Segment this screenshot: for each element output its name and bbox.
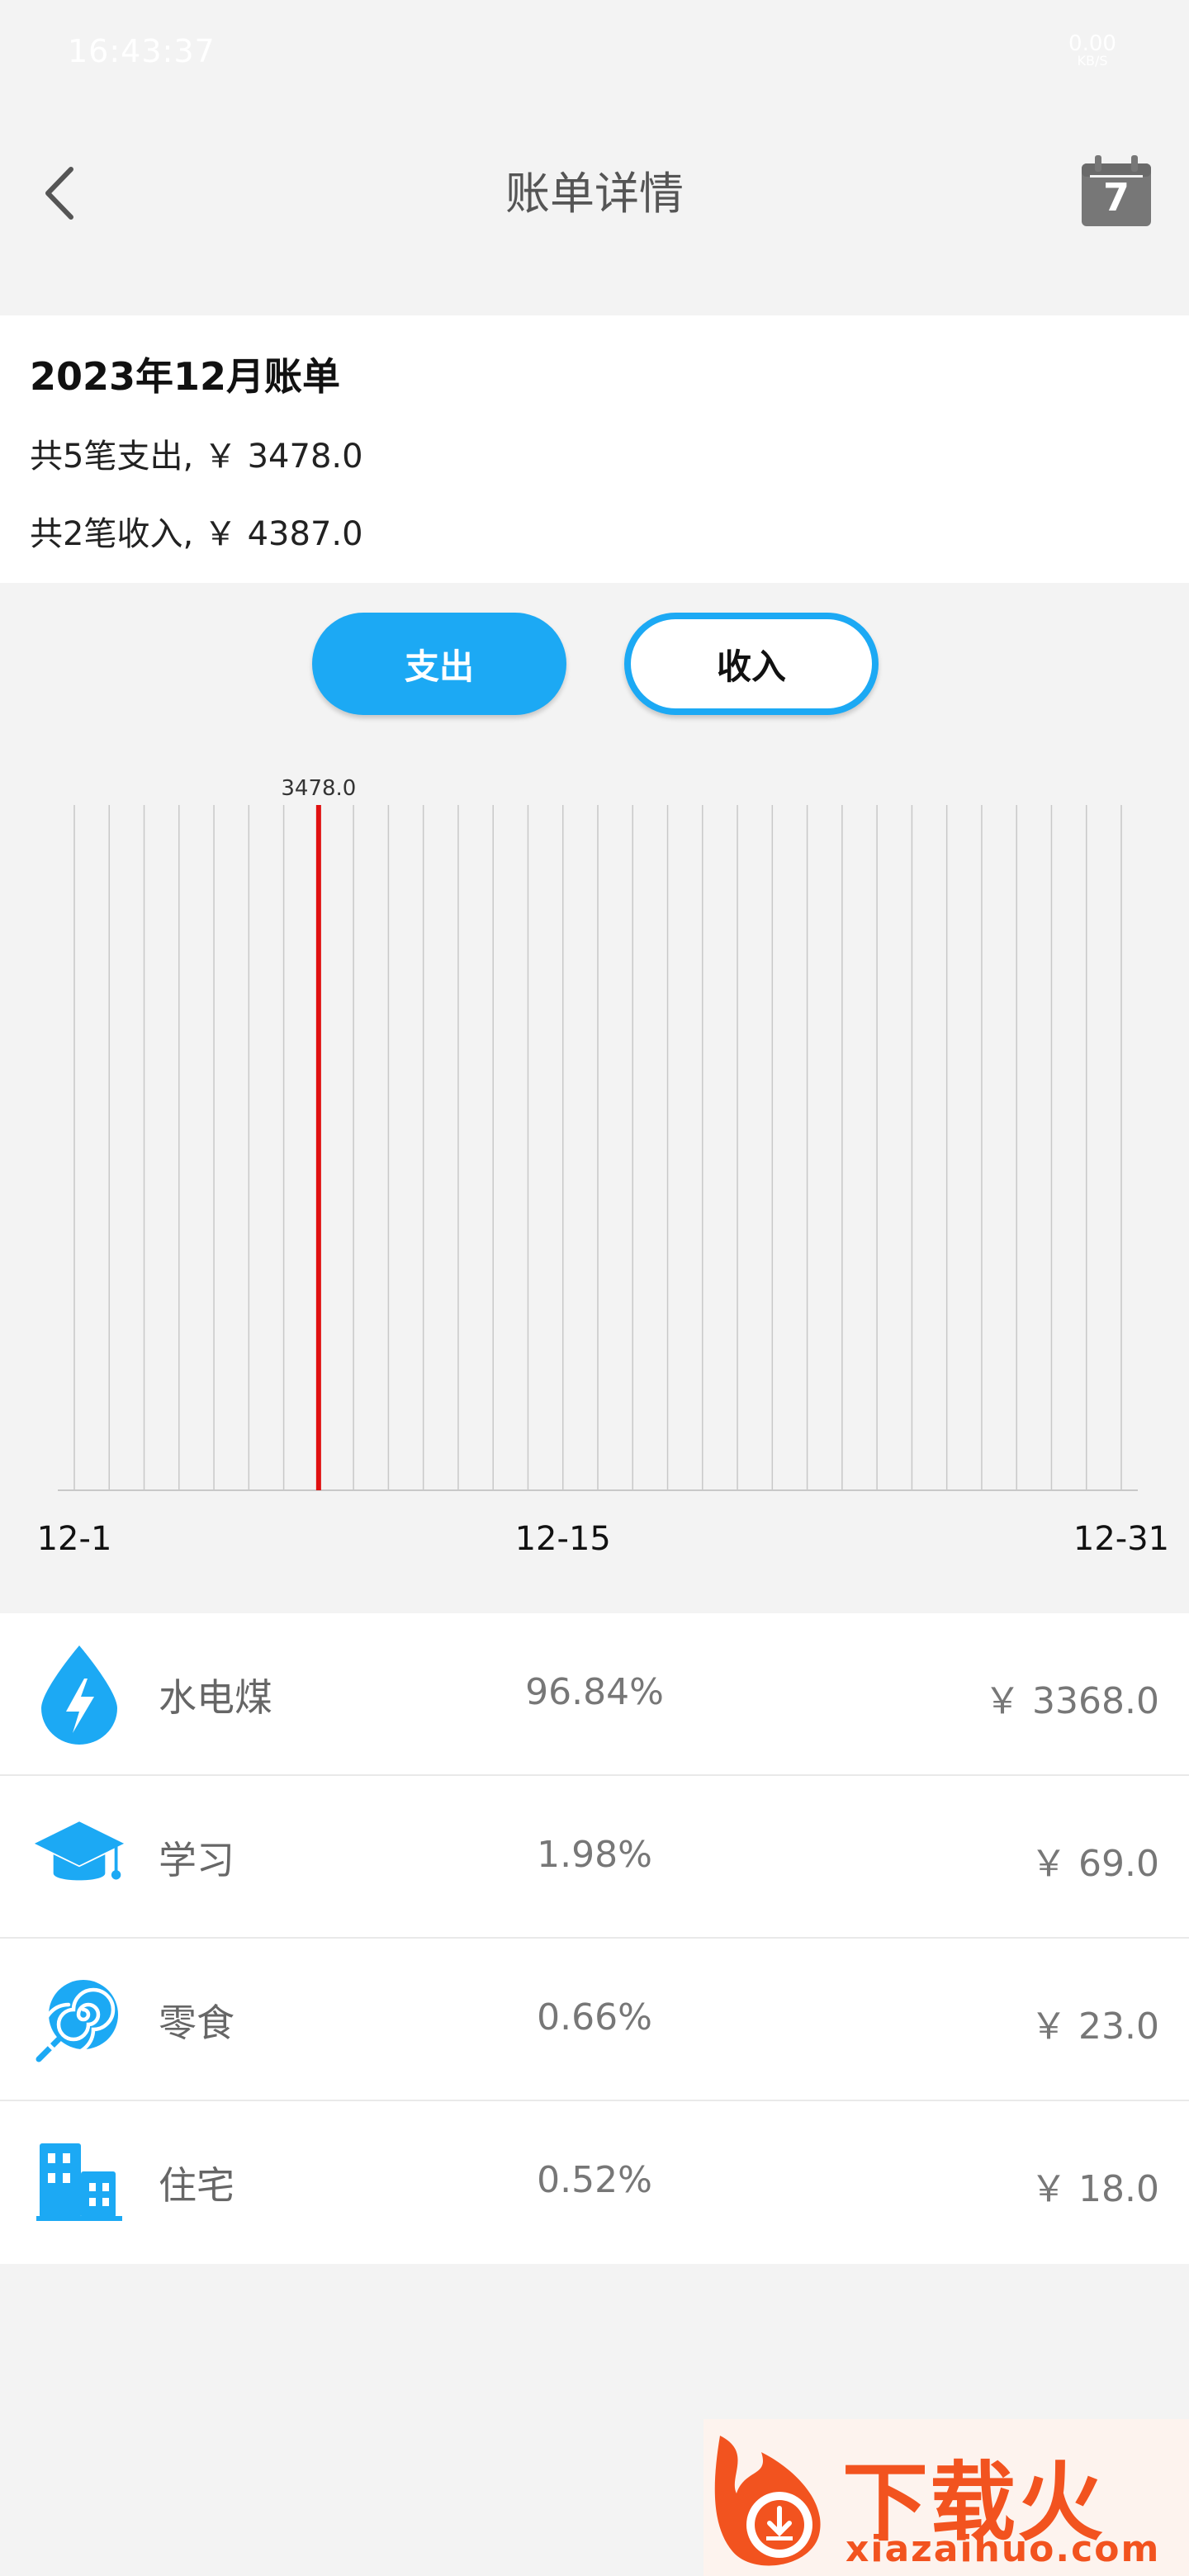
chart-svg: 3478.0 12-1 12-15 12-31 bbox=[37, 776, 1170, 1558]
category-amount: ￥ 69.0 bbox=[1030, 1843, 1159, 1885]
header: 账单详情 7 bbox=[0, 107, 1189, 314]
category-amount: ￥ 18.0 bbox=[1030, 2168, 1159, 2210]
category-percent: 0.52% bbox=[537, 2159, 652, 2201]
chart-x-tick-label: 12-15 bbox=[515, 1520, 611, 1558]
income-tab-button[interactable]: 收入 bbox=[624, 613, 879, 715]
flame-logo-icon bbox=[714, 2436, 821, 2566]
calendar-day: 7 bbox=[1102, 175, 1130, 220]
status-time: 16:43:37 bbox=[68, 33, 216, 69]
category-percent: 96.84% bbox=[525, 1671, 664, 1713]
lollipop-icon bbox=[33, 1967, 126, 2071]
summary-title: 2023年12月账单 bbox=[30, 354, 341, 399]
calendar-button[interactable]: 7 bbox=[1078, 154, 1154, 230]
daily-expense-chart: 3478.0 12-1 12-15 12-31 bbox=[0, 743, 1189, 1569]
expense-summary: 共5笔支出, ￥ 3478.0 bbox=[30, 438, 363, 476]
page-title: 账单详情 bbox=[505, 168, 684, 220]
network-speed-value: 0.00 bbox=[1068, 31, 1116, 56]
category-name: 住宅 bbox=[159, 2163, 234, 2208]
category-percent: 1.98% bbox=[537, 1834, 652, 1876]
category-amount: ￥ 23.0 bbox=[1030, 2005, 1159, 2048]
category-list: 水电煤 96.84% ￥ 3368.0 学习 1.98% ￥ 69.0 零食 0… bbox=[0, 1613, 1189, 2264]
category-row[interactable]: 水电煤 96.84% ￥ 3368.0 bbox=[0, 1613, 1189, 1776]
category-name: 学习 bbox=[159, 1838, 234, 1882]
expense-tab-button[interactable]: 支出 bbox=[312, 613, 566, 715]
category-row[interactable]: 零食 0.66% ￥ 23.0 bbox=[0, 1939, 1189, 2101]
network-speed: 0.00 KB/S bbox=[1063, 33, 1121, 68]
category-amount: ￥ 3368.0 bbox=[984, 1680, 1159, 1722]
chart-data-label: 3478.0 bbox=[281, 776, 356, 801]
category-row[interactable]: 住宅 0.52% ￥ 18.0 bbox=[0, 2101, 1189, 2264]
graduation-cap-icon bbox=[33, 1804, 126, 1908]
category-name: 零食 bbox=[159, 2001, 234, 2045]
chart-bar[interactable] bbox=[315, 805, 321, 1490]
utility-drop-icon bbox=[33, 1641, 126, 1745]
watermark-domain: xiazaihuo.com bbox=[846, 2528, 1161, 2570]
network-speed-unit: KB/S bbox=[1077, 53, 1108, 69]
income-summary: 共2笔收入, ￥ 4387.0 bbox=[30, 515, 363, 553]
chart-x-tick-label: 12-31 bbox=[1073, 1520, 1169, 1558]
category-row[interactable]: 学习 1.98% ￥ 69.0 bbox=[0, 1776, 1189, 1939]
building-icon bbox=[33, 2129, 126, 2233]
category-name: 水电煤 bbox=[159, 1675, 272, 1720]
bill-summary-card: 2023年12月账单 共5笔支出, ￥ 3478.0 共2笔收入, ￥ 4387… bbox=[0, 315, 1189, 583]
category-percent: 0.66% bbox=[537, 1996, 652, 2039]
site-watermark: 下载火 xiazaihuo.com bbox=[703, 2419, 1189, 2576]
status-bar: 16:43:37 0.00 KB/S bbox=[0, 0, 1189, 107]
chart-x-tick-label: 12-1 bbox=[37, 1520, 112, 1558]
